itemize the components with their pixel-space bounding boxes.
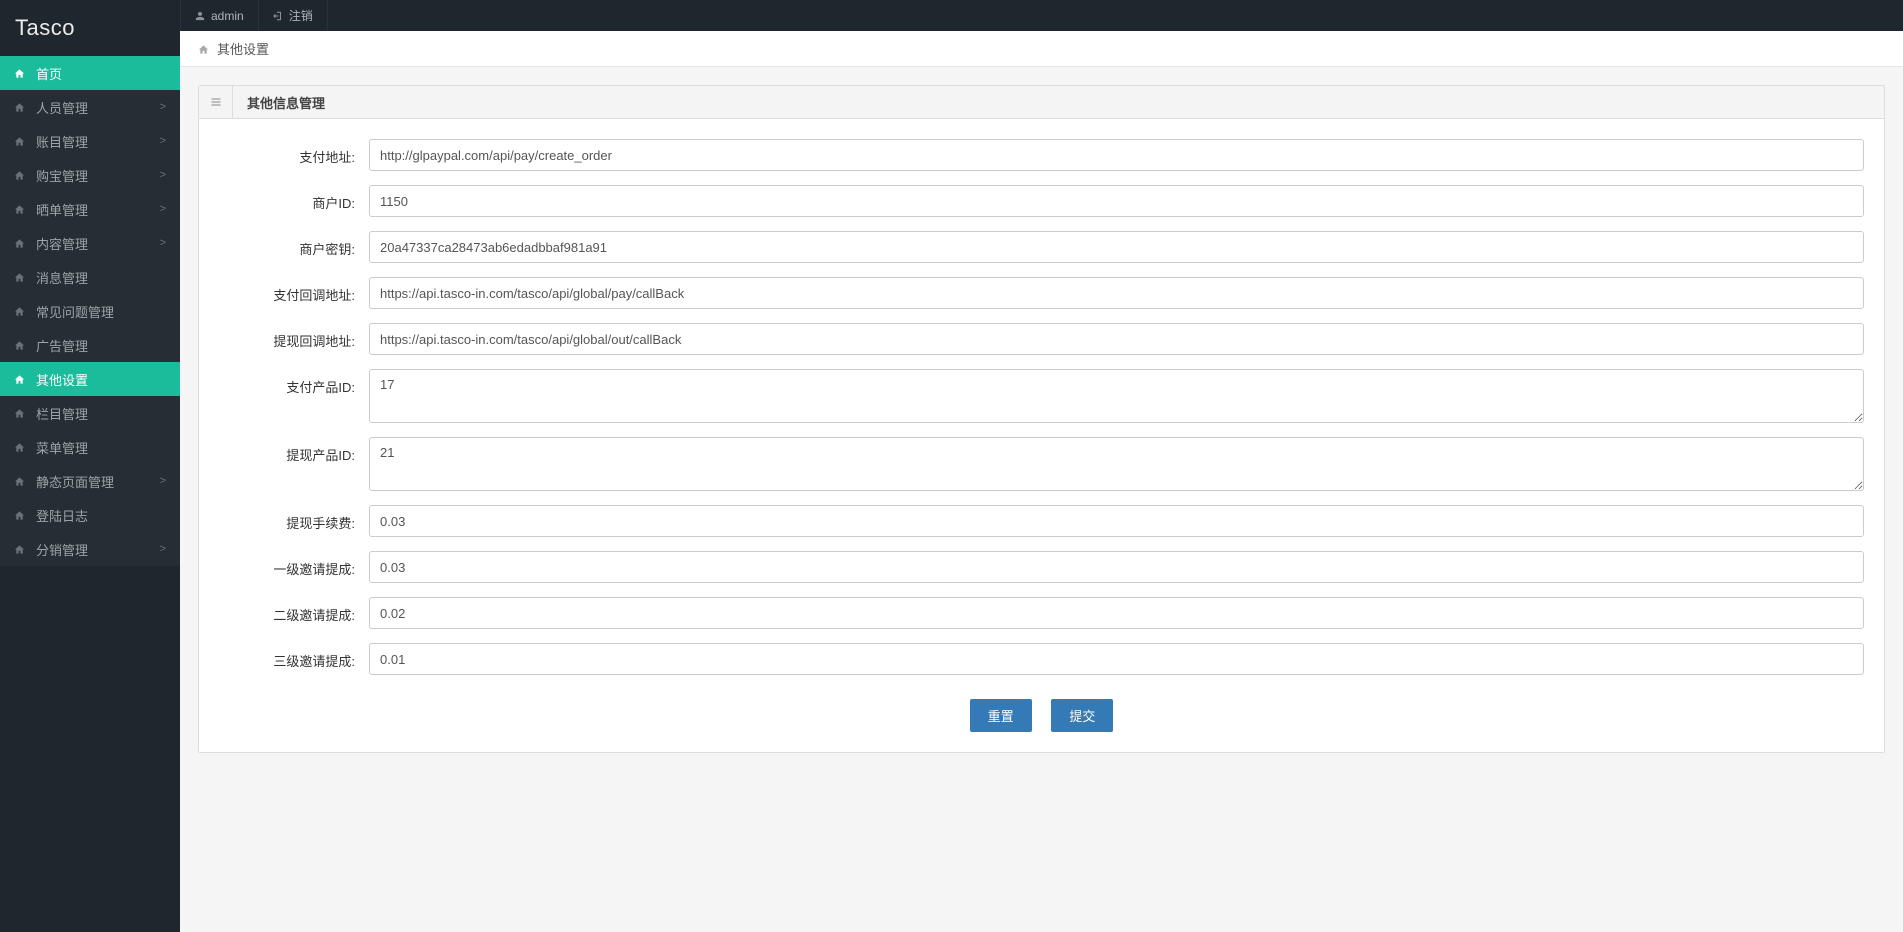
sidebar-item-label: 常见问题管理 (36, 302, 114, 321)
input-merchant-id[interactable] (369, 185, 1864, 217)
home-icon (198, 42, 209, 56)
home-icon (14, 542, 26, 556)
sidebar-item-4[interactable]: 晒单管理 > (0, 192, 180, 226)
home-icon (14, 474, 26, 488)
sidebar-item-7[interactable]: 常见问题管理 (0, 294, 180, 328)
breadcrumb-label: 其他设置 (217, 39, 269, 58)
sidebar: Tasco 首页人员管理 > 账目管理 > 购宝管理 > 晒单管理 > 内容管理 > 消息管理常见问… (0, 0, 180, 932)
home-icon (14, 202, 26, 216)
label-out-product: 提现产品ID: (219, 437, 369, 464)
sidebar-item-3[interactable]: 购宝管理 > (0, 158, 180, 192)
breadcrumb: 其他设置 (180, 31, 1903, 67)
sidebar-item-label: 首页 (36, 64, 62, 83)
home-icon (14, 100, 26, 114)
home-icon (14, 168, 26, 182)
input-out-fee[interactable] (369, 505, 1864, 537)
sidebar-item-13[interactable]: 登陆日志 (0, 498, 180, 532)
sidebar-item-label: 消息管理 (36, 268, 88, 287)
sidebar-item-14[interactable]: 分销管理 > (0, 532, 180, 566)
sidebar-item-label: 静态页面管理 (36, 472, 114, 491)
logout-icon (273, 10, 283, 22)
panel-title: 其他信息管理 (233, 93, 339, 112)
input-pay-callback[interactable] (369, 277, 1864, 309)
settings-form: 支付地址: 商户ID: 商户密钥: 支付回调地址: (219, 139, 1864, 740)
sidebar-item-label: 人员管理 (36, 98, 88, 117)
label-invite3: 三级邀请提成: (219, 643, 369, 670)
textarea-pay-product[interactable] (369, 369, 1864, 423)
sidebar-item-label: 栏目管理 (36, 404, 88, 423)
home-icon (14, 66, 26, 80)
sidebar-nav: 首页人员管理 > 账目管理 > 购宝管理 > 晒单管理 > 内容管理 > 消息管理常见问题管理广告管… (0, 56, 180, 566)
submit-button[interactable]: 提交 (1051, 699, 1113, 732)
sidebar-item-label: 分销管理 (36, 540, 88, 559)
topbar-user-button[interactable]: admin (180, 0, 259, 31)
input-invite3[interactable] (369, 643, 1864, 675)
sidebar-item-label: 广告管理 (36, 336, 88, 355)
sidebar-item-label: 晒单管理 (36, 200, 88, 219)
label-invite1: 一级邀请提成: (219, 551, 369, 578)
input-invite1[interactable] (369, 551, 1864, 583)
reset-button[interactable]: 重置 (970, 699, 1032, 732)
sidebar-item-1[interactable]: 人员管理 > (0, 90, 180, 124)
label-out-callback: 提现回调地址: (219, 323, 369, 350)
sidebar-item-10[interactable]: 栏目管理 (0, 396, 180, 430)
sidebar-item-0[interactable]: 首页 (0, 56, 180, 90)
sidebar-item-12[interactable]: 静态页面管理 > (0, 464, 180, 498)
chevron-right-icon: > (160, 475, 166, 487)
panel-heading: 其他信息管理 (199, 86, 1884, 119)
panel-icon (199, 86, 233, 119)
sidebar-item-label: 菜单管理 (36, 438, 88, 457)
home-icon (14, 406, 26, 420)
label-merchant-key: 商户密钥: (219, 231, 369, 258)
textarea-out-product[interactable] (369, 437, 1864, 491)
label-merchant-id: 商户ID: (219, 185, 369, 212)
content: 其他信息管理 支付地址: 商户ID: 商户密钥: (180, 67, 1903, 932)
home-icon (14, 508, 26, 522)
sidebar-item-2[interactable]: 账目管理 > (0, 124, 180, 158)
sidebar-item-label: 其他设置 (36, 370, 88, 389)
topbar: admin 注销 (180, 0, 1903, 31)
chevron-right-icon: > (160, 135, 166, 147)
user-icon (195, 10, 205, 22)
label-out-fee: 提现手续费: (219, 505, 369, 532)
chevron-right-icon: > (160, 543, 166, 555)
panel-body: 支付地址: 商户ID: 商户密钥: 支付回调地址: (199, 119, 1884, 752)
topbar-user-label: admin (211, 9, 244, 23)
sidebar-item-11[interactable]: 菜单管理 (0, 430, 180, 464)
topbar-logout-button[interactable]: 注销 (259, 0, 328, 31)
home-icon (14, 372, 26, 386)
topbar-logout-label: 注销 (289, 7, 313, 24)
chevron-right-icon: > (160, 203, 166, 215)
home-icon (14, 338, 26, 352)
chevron-right-icon: > (160, 101, 166, 113)
label-invite2: 二级邀请提成: (219, 597, 369, 624)
panel: 其他信息管理 支付地址: 商户ID: 商户密钥: (198, 85, 1885, 753)
chevron-right-icon: > (160, 169, 166, 181)
sidebar-item-6[interactable]: 消息管理 (0, 260, 180, 294)
sidebar-item-label: 登陆日志 (36, 506, 88, 525)
home-icon (14, 236, 26, 250)
input-out-callback[interactable] (369, 323, 1864, 355)
form-actions: 重置 提交 (219, 689, 1864, 740)
sidebar-item-label: 购宝管理 (36, 166, 88, 185)
home-icon (14, 270, 26, 284)
sidebar-item-9[interactable]: 其他设置 (0, 362, 180, 396)
label-pay-url: 支付地址: (219, 139, 369, 166)
sidebar-item-label: 内容管理 (36, 234, 88, 253)
input-merchant-key[interactable] (369, 231, 1864, 263)
chevron-right-icon: > (160, 237, 166, 249)
home-icon (14, 134, 26, 148)
input-invite2[interactable] (369, 597, 1864, 629)
brand-logo: Tasco (0, 0, 180, 56)
label-pay-product: 支付产品ID: (219, 369, 369, 396)
label-pay-callback: 支付回调地址: (219, 277, 369, 304)
input-pay-url[interactable] (369, 139, 1864, 171)
home-icon (14, 304, 26, 318)
home-icon (14, 440, 26, 454)
sidebar-item-5[interactable]: 内容管理 > (0, 226, 180, 260)
sidebar-item-label: 账目管理 (36, 132, 88, 151)
sidebar-item-8[interactable]: 广告管理 (0, 328, 180, 362)
